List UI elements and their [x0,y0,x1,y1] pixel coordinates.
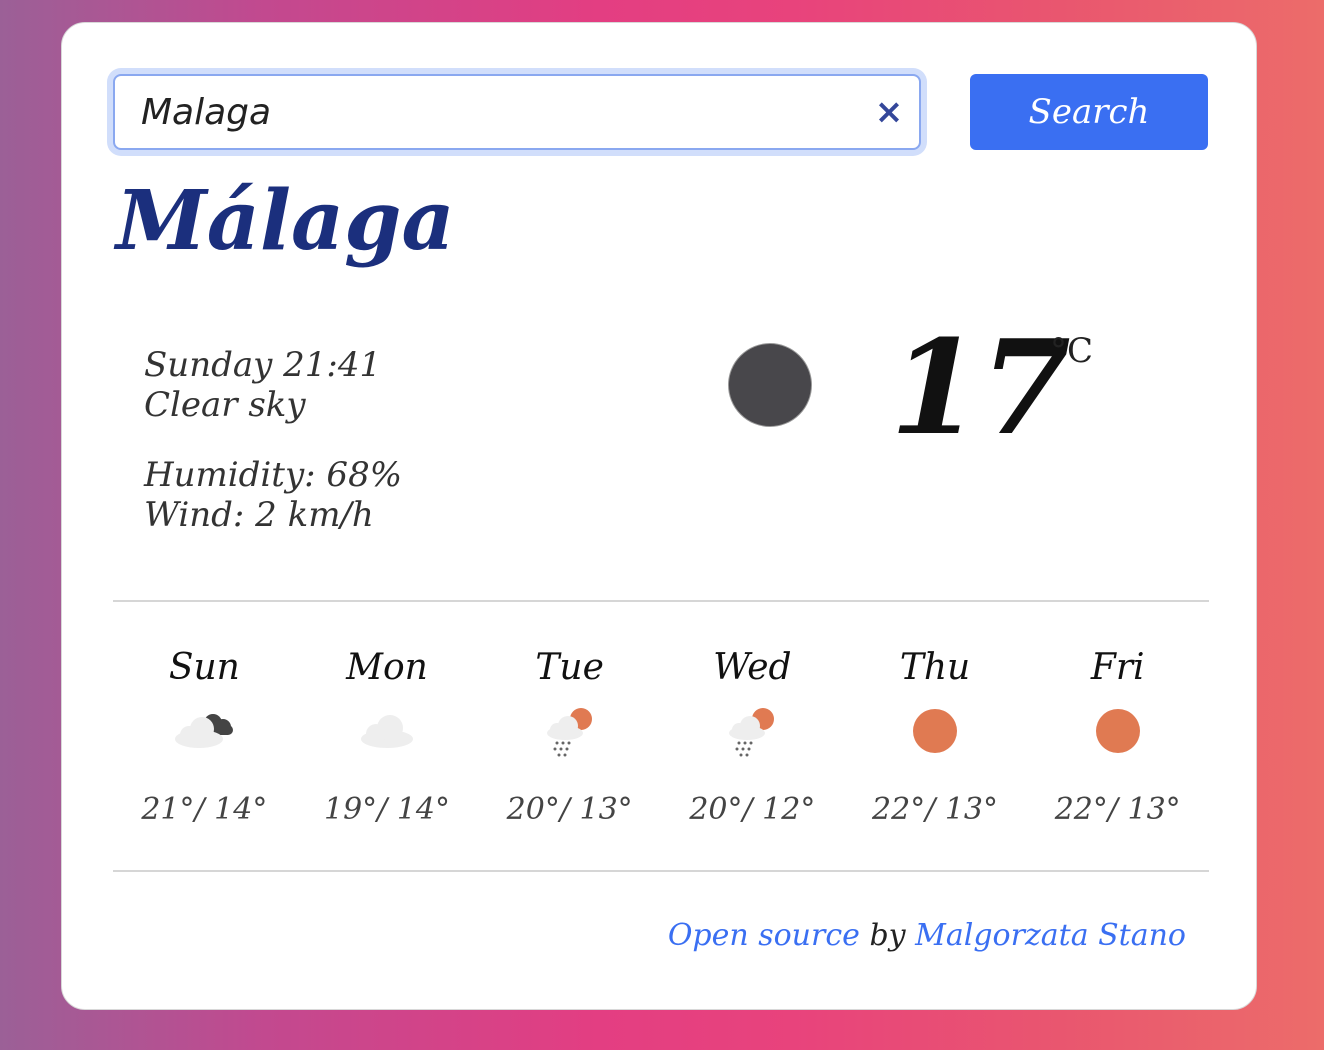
forecast-day: Mon 19°/ 14° [296,643,479,835]
forecast-temps: 21°/ 14° [141,792,268,827]
date-time: Sunday 21:41 [144,345,382,385]
sun-icon [1026,705,1209,785]
current-details: Sunday 21:41 Clear sky Humidity: 68% Win… [144,345,402,535]
search-button[interactable]: Search [970,74,1208,150]
footer: Open source by Malgorzata Stano [668,918,1186,953]
humidity: Humidity: 68% [144,455,403,495]
open-source-link[interactable]: Open source [668,918,860,953]
forecast: Sun 21°/ 14° Mon 19°/ 14° Tue 20°/ 13° W… [113,643,1209,835]
search-input[interactable] [113,74,921,150]
current-temperature: 17 [890,311,1071,464]
forecast-temps: 19°/ 14° [324,792,450,827]
footer-by-text: by [859,918,916,953]
forecast-temps: 20°/ 13° [506,792,633,827]
rain-sun-icon [661,705,844,785]
divider [113,600,1209,602]
rain-sun-icon [478,705,661,785]
search-box: × [105,66,931,158]
forecast-day: Fri 22°/ 13° [1026,643,1209,835]
weather-description: Clear sky [144,385,306,425]
forecast-day-name: Tue [535,647,604,688]
forecast-day-name: Fri [1090,647,1145,688]
author-link[interactable]: Malgorzata Stano [915,918,1186,953]
city-title: Málaga [116,173,455,269]
sun-icon [844,705,1027,785]
cloudy-night-icon [113,705,296,785]
forecast-temps: 20°/ 12° [689,792,816,827]
close-icon[interactable]: × [873,95,905,129]
night-clear-icon [728,343,812,427]
divider [113,870,1209,872]
forecast-day: Sun 21°/ 14° [113,643,296,835]
forecast-day-name: Sun [168,647,240,688]
temperature-unit: °C [1050,331,1094,371]
forecast-temps: 22°/ 13° [872,792,999,827]
cloud-icon [296,705,479,785]
forecast-day-name: Thu [899,647,971,688]
forecast-day: Tue 20°/ 13° [478,643,661,835]
forecast-day: Wed 20°/ 12° [661,643,844,835]
forecast-day: Thu 22°/ 13° [844,643,1027,835]
forecast-day-name: Wed [713,647,792,688]
weather-card: × Search Málaga Sunday 21:41 Clear sky H… [61,22,1257,1010]
wind: Wind: 2 km/h [144,495,374,535]
forecast-day-name: Mon [346,647,428,688]
forecast-temps: 22°/ 13° [1054,792,1181,827]
